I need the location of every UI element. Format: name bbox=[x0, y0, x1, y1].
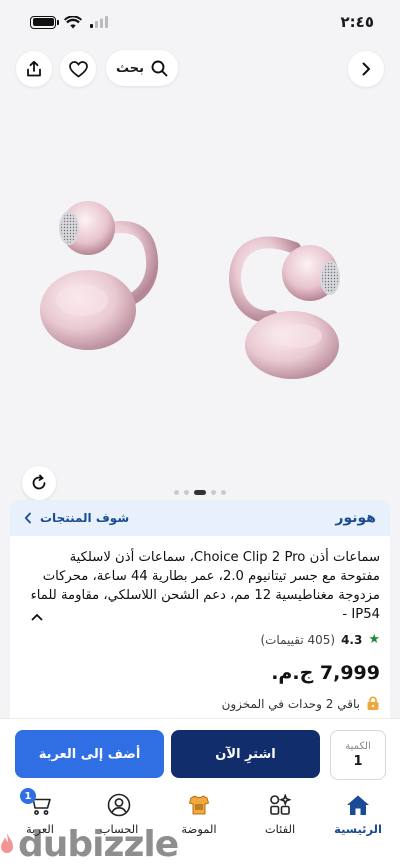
see-products-link[interactable]: شوف المنتجات bbox=[24, 511, 129, 525]
status-bar: ٢:٤٥ bbox=[0, 0, 400, 44]
nav-item-categories[interactable]: الفئات bbox=[244, 792, 316, 836]
nav-label-categories: الفئات bbox=[264, 822, 296, 836]
status-icons bbox=[30, 15, 108, 29]
wifi-icon bbox=[64, 15, 82, 28]
watermark-text: dubizzle bbox=[18, 823, 179, 864]
add-to-cart-button[interactable]: أضف إلى العربة bbox=[15, 730, 164, 778]
nav-label-fashion: الموضة bbox=[181, 822, 217, 836]
star-icon: ★ bbox=[368, 632, 380, 647]
home-icon bbox=[347, 795, 369, 815]
page-dot[interactable] bbox=[211, 490, 216, 495]
rating-row[interactable]: ★ 4.3 (405 تقييمات) bbox=[260, 632, 380, 647]
account-icon bbox=[107, 793, 131, 817]
heart-icon bbox=[68, 60, 88, 78]
product-image bbox=[40, 201, 340, 379]
brand-bar: شوف المنتجات هونور bbox=[10, 500, 390, 536]
chevron-right-icon bbox=[362, 62, 370, 76]
quantity-label: الكمية bbox=[345, 741, 371, 752]
page-dot[interactable] bbox=[221, 490, 226, 495]
page-dot[interactable] bbox=[184, 490, 189, 495]
review-count: (405 تقييمات) bbox=[260, 632, 336, 647]
product-image-gallery[interactable] bbox=[0, 90, 400, 500]
search-icon bbox=[151, 60, 168, 76]
product-price: 7,999 ج.م. bbox=[271, 662, 380, 684]
flame-logo-icon bbox=[1, 833, 13, 853]
back-button[interactable] bbox=[348, 51, 384, 87]
product-info: سماعات أذن Choice Clip 2 Pro، سماعات أذن… bbox=[10, 536, 390, 718]
cart-badge: 1 bbox=[20, 788, 36, 804]
nav-label-home: الرئيسية bbox=[334, 822, 382, 836]
see-products-label: شوف المنتجات bbox=[40, 511, 130, 525]
chevron-up-icon bbox=[31, 614, 43, 621]
battery-icon bbox=[30, 15, 59, 29]
search-button[interactable]: بحث bbox=[106, 50, 178, 86]
signal-icon bbox=[90, 16, 108, 28]
collapse-title-button[interactable] bbox=[26, 606, 48, 628]
page-dot[interactable] bbox=[174, 490, 179, 495]
favorite-button[interactable] bbox=[60, 51, 96, 87]
search-label: بحث bbox=[115, 60, 144, 76]
chevron-left-icon bbox=[24, 512, 31, 524]
status-time: ٢:٤٥ bbox=[340, 13, 374, 31]
lock-icon bbox=[367, 696, 379, 710]
share-button[interactable] bbox=[16, 51, 52, 87]
quantity-selector[interactable]: الكمية 1 bbox=[330, 730, 386, 780]
product-title: سماعات أذن Choice Clip 2 Pro، سماعات أذن… bbox=[30, 550, 380, 622]
stock-text: باقي 2 وحدات في المخزون bbox=[221, 696, 360, 711]
rating-score: 4.3 bbox=[341, 632, 363, 647]
top-actions: بحث bbox=[0, 50, 400, 88]
stock-note: باقي 2 وحدات في المخزون bbox=[222, 696, 380, 711]
share-icon bbox=[27, 60, 41, 77]
dubizzle-watermark: dubizzle bbox=[0, 823, 179, 864]
gallery-pagination bbox=[0, 490, 400, 495]
page-dot-active[interactable] bbox=[194, 490, 206, 495]
buy-now-button[interactable]: اشترِ الآن bbox=[171, 730, 320, 778]
fashion-icon bbox=[188, 795, 210, 815]
quantity-value: 1 bbox=[353, 754, 363, 769]
brand-name[interactable]: هونور bbox=[335, 510, 376, 526]
nav-item-home[interactable]: الرئيسية bbox=[322, 792, 394, 836]
purchase-action-bar: الكمية 1 اشترِ الآن أضف إلى العربة bbox=[0, 718, 400, 788]
categories-icon bbox=[270, 794, 291, 815]
